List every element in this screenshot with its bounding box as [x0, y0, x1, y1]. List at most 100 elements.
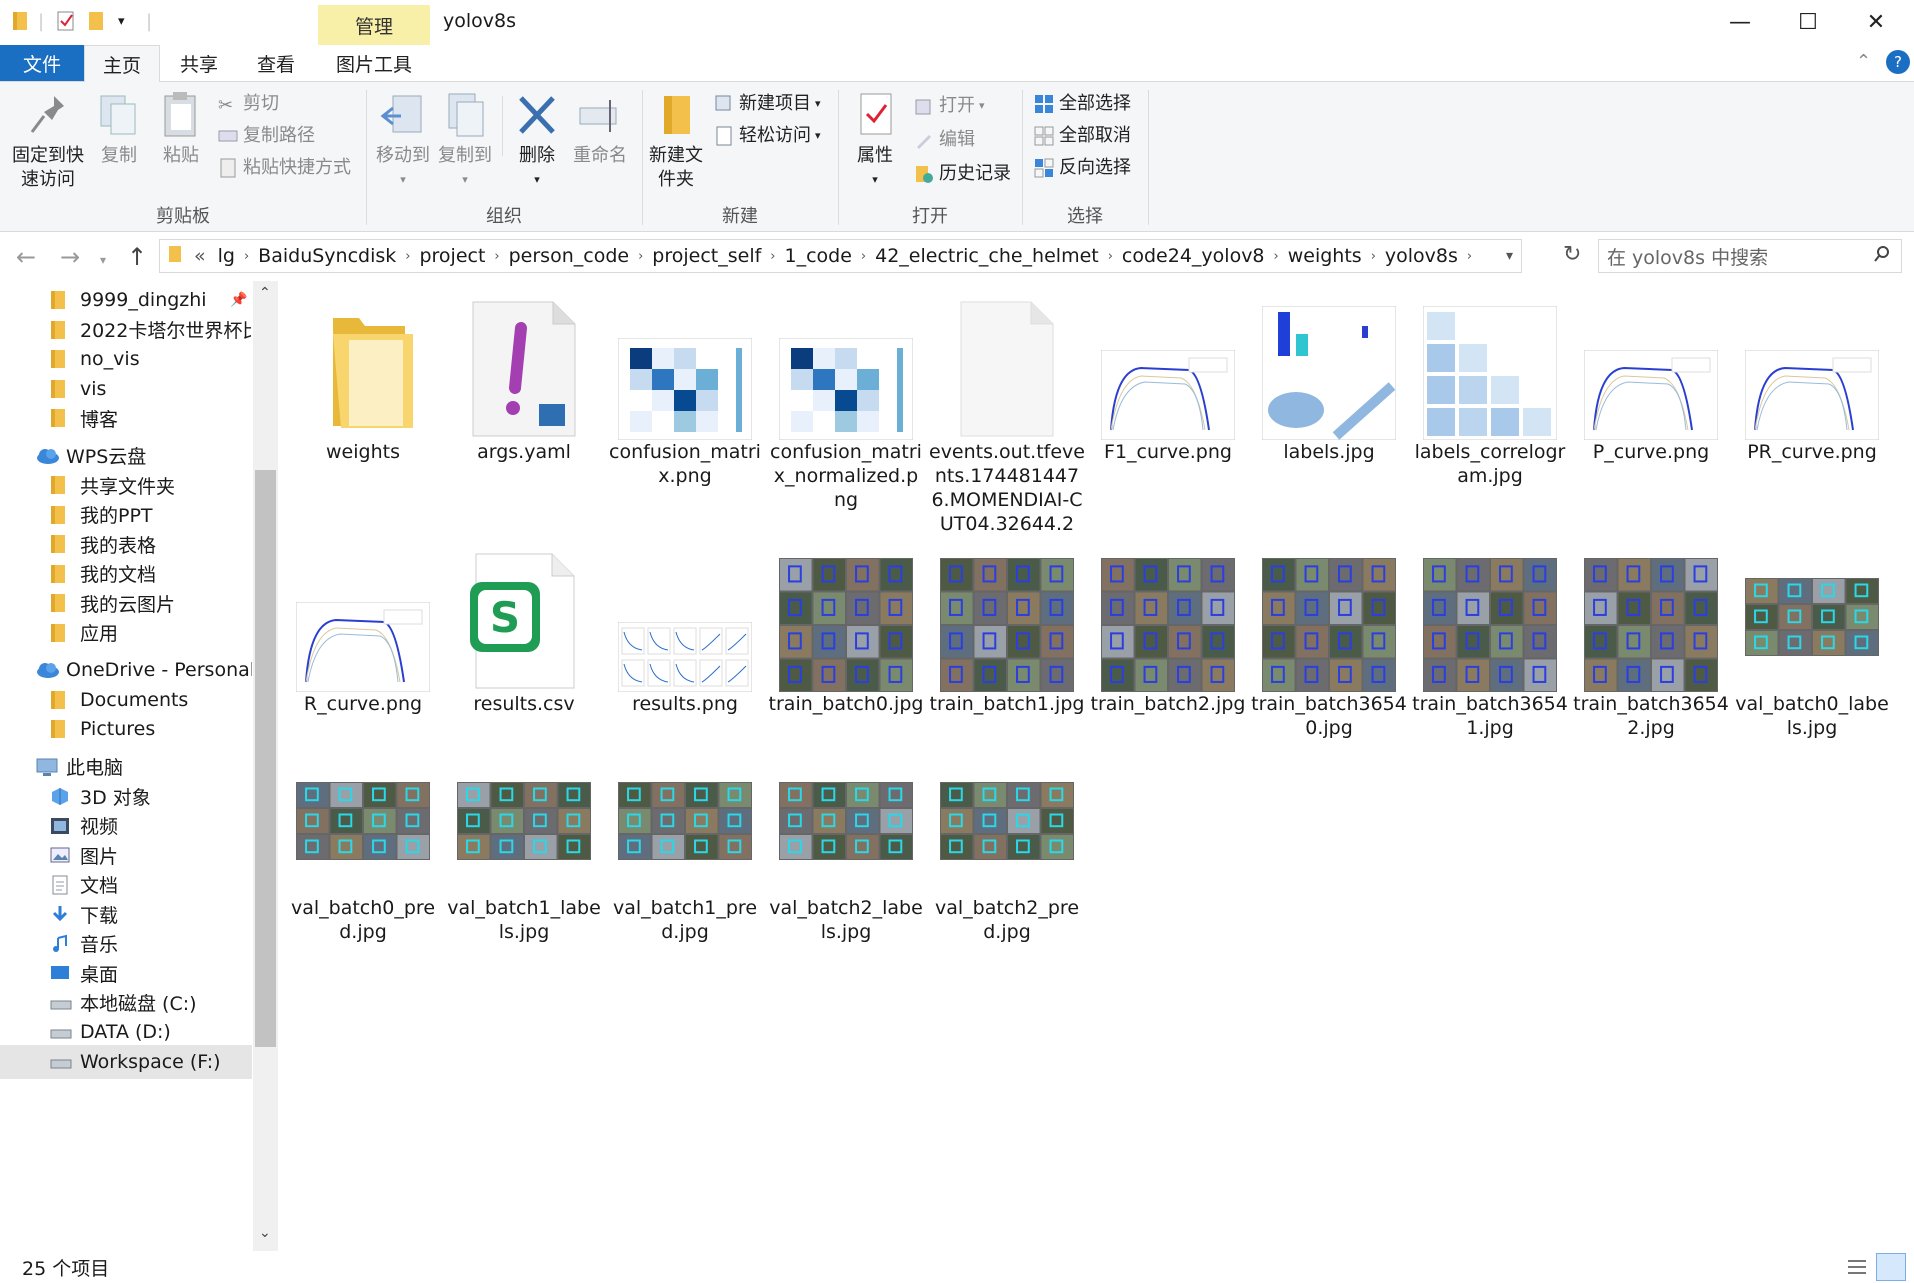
breadcrumb-overflow[interactable]: « — [188, 245, 212, 267]
address-bar[interactable]: « lg › BaiduSyncdisk › project › person_code › p… — [159, 239, 1522, 273]
breadcrumb-separator-icon[interactable]: › — [1105, 249, 1116, 264]
file-name: train_batch36542.jpg — [1573, 693, 1729, 739]
minimize-button[interactable]: — — [1706, 0, 1774, 45]
sidebar-item-label: 博客 — [80, 408, 119, 431]
properties-qa-icon[interactable] — [56, 10, 76, 39]
image-thumbnail — [1573, 290, 1729, 440]
properties-label: 属性 — [857, 145, 893, 166]
select-all-button[interactable]: 全部选择 — [1034, 92, 1131, 116]
customize-qa-icon[interactable]: ▾ — [118, 10, 125, 34]
breadcrumb-separator-icon[interactable]: › — [241, 249, 252, 264]
image-thumbnail — [1734, 542, 1890, 692]
tab-share[interactable]: 共享 — [160, 45, 238, 82]
large-icons-view-icon[interactable] — [1876, 1253, 1906, 1281]
breadcrumb-item[interactable]: weights — [1282, 245, 1368, 267]
tab-file[interactable]: 文件 — [0, 45, 84, 81]
group-label-open: 打开 — [912, 206, 948, 227]
sidebar-item-label: 我的文档 — [80, 564, 157, 586]
details-view-icon[interactable] — [1846, 1257, 1868, 1282]
breadcrumb-separator-icon[interactable]: › — [1368, 249, 1379, 264]
file-explorer-window: | ▾ | 管理 yolov8s — ☐ ✕ 文件 主页 共享 查看 图片工具 … — [0, 0, 1914, 1283]
scroll-down-icon[interactable]: ⌄ — [259, 1225, 271, 1241]
breadcrumb-separator-icon[interactable]: › — [1271, 249, 1282, 264]
window-title: yolov8s — [443, 10, 517, 32]
breadcrumb-item[interactable]: lg — [212, 245, 241, 267]
breadcrumb-separator-icon[interactable]: › — [491, 249, 502, 264]
paste-label: 粘贴 — [163, 145, 199, 166]
up-button[interactable]: ↑ — [127, 243, 147, 271]
tab-picture-tools[interactable]: 图片工具 — [318, 45, 430, 82]
image-thumbnail — [285, 542, 441, 692]
scroll-up-icon[interactable]: ⌃ — [259, 285, 271, 301]
easy-access-button[interactable]: 轻松访问 ▾ — [714, 124, 821, 148]
cube-icon — [50, 786, 74, 806]
properties-button[interactable]: 属性 ▾ — [846, 90, 904, 192]
video-icon — [50, 816, 74, 836]
sidebar-item[interactable]: Workspace (F:) — [0, 1044, 252, 1079]
breadcrumb-item[interactable]: project — [413, 245, 491, 267]
recent-locations-button[interactable]: ▾ — [100, 253, 106, 267]
rename-button[interactable]: 重命名 — [568, 90, 632, 168]
breadcrumb-item[interactable]: person_code — [503, 245, 635, 267]
file-name: val_batch1_labels.jpg — [447, 897, 601, 943]
forward-button[interactable]: → — [60, 243, 80, 271]
invert-selection-button[interactable]: 反向选择 — [1034, 156, 1131, 180]
refresh-button[interactable]: ↻ — [1563, 242, 1581, 267]
maximize-button[interactable]: ☐ — [1774, 0, 1842, 45]
breadcrumb-item[interactable]: code24_yolov8 — [1116, 245, 1271, 267]
cloud-icon — [36, 661, 60, 679]
help-icon[interactable]: ? — [1886, 50, 1910, 74]
close-button[interactable]: ✕ — [1842, 0, 1910, 45]
paste-button[interactable]: 粘贴 — [154, 90, 208, 168]
edit-button[interactable]: 编辑 — [914, 128, 975, 152]
search-input[interactable]: 在 yolov8s 中搜索 — [1598, 239, 1902, 273]
copy-path-button[interactable]: 复制路径 — [218, 124, 315, 148]
breadcrumb-separator-icon[interactable]: › — [402, 249, 413, 264]
new-item-button[interactable]: 新建项目 ▾ — [714, 92, 821, 116]
breadcrumb-separator-icon[interactable]: › — [858, 249, 869, 264]
copy-to-button[interactable]: 复制到 ▾ — [434, 90, 496, 192]
breadcrumb-item[interactable]: yolov8s — [1379, 245, 1464, 267]
breadcrumb-item[interactable]: BaiduSyncdisk — [252, 245, 402, 267]
new-folder-qa-icon[interactable] — [88, 10, 106, 39]
new-folder-button[interactable]: 新建文件夹 — [646, 90, 706, 192]
rename-label: 重命名 — [573, 145, 627, 166]
pin-quick-access-button[interactable]: 固定到快速访问 — [8, 90, 88, 192]
file-name: train_batch0.jpg — [768, 693, 924, 715]
music-icon — [50, 934, 74, 954]
breadcrumb-separator-icon[interactable]: › — [1464, 249, 1475, 264]
select-none-button[interactable]: 全部取消 — [1034, 124, 1131, 148]
breadcrumb-separator-icon[interactable]: › — [635, 249, 646, 264]
tab-view[interactable]: 查看 — [238, 45, 314, 82]
tab-home[interactable]: 主页 — [84, 45, 160, 82]
sidebar-scroll-thumb[interactable] — [255, 470, 276, 1047]
open-button[interactable]: 打开 ▾ — [914, 94, 985, 118]
drive-icon — [50, 1054, 74, 1070]
sidebar-item[interactable]: Pictures — [0, 712, 252, 746]
tab-manage[interactable]: 管理 — [318, 5, 430, 45]
file-name: results.csv — [473, 693, 575, 715]
image-thumbnail — [1412, 290, 1568, 440]
move-to-button[interactable]: 移动到 ▾ — [372, 90, 434, 192]
breadcrumb-separator-icon[interactable]: › — [767, 249, 778, 264]
file-name: val_batch2_labels.jpg — [769, 897, 923, 943]
collapse-ribbon-icon[interactable]: ⌃ — [1856, 51, 1871, 72]
delete-button[interactable]: 删除 ▾ — [510, 90, 564, 192]
sidebar-item[interactable]: 博客 — [0, 401, 252, 435]
yaml-file-icon — [446, 290, 602, 440]
history-button[interactable]: 历史记录 — [914, 162, 1011, 186]
address-history-button[interactable]: ▾ — [1498, 248, 1521, 264]
breadcrumb-item[interactable]: 1_code — [778, 245, 857, 267]
chevron-down-icon: ▾ — [462, 173, 468, 186]
paste-shortcut-button[interactable]: 粘贴快捷方式 — [218, 156, 351, 180]
copy-button[interactable]: 复制 — [94, 90, 144, 168]
sidebar-item[interactable]: 应用 — [0, 616, 252, 650]
breadcrumb-item[interactable]: 42_electric_che_helmet — [869, 245, 1105, 267]
back-button[interactable]: ← — [16, 243, 36, 271]
breadcrumb-item[interactable]: project_self — [646, 245, 767, 267]
cut-button[interactable]: ✂ 剪切 — [218, 92, 279, 116]
image-thumbnail — [768, 746, 924, 896]
sidebar-item-label: 3D 对象 — [80, 786, 151, 809]
sidebar-item-label: 下载 — [80, 904, 119, 927]
group-label-clipboard: 剪贴板 — [156, 206, 210, 227]
